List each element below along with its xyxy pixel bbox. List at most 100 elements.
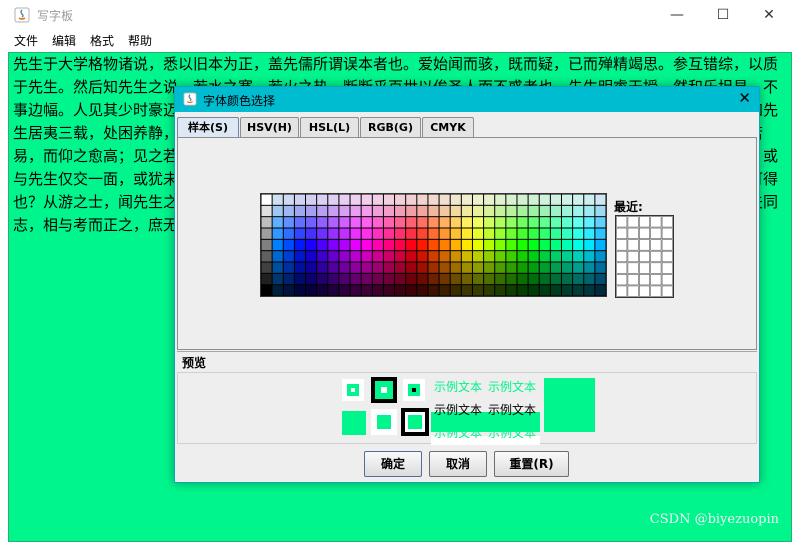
color-swatch[interactable] bbox=[506, 262, 517, 273]
color-swatch[interactable] bbox=[461, 273, 472, 285]
recent-swatch[interactable] bbox=[638, 250, 650, 263]
color-swatch[interactable] bbox=[306, 239, 317, 251]
color-swatch[interactable] bbox=[294, 273, 306, 285]
color-swatch[interactable] bbox=[383, 239, 395, 251]
color-swatch[interactable] bbox=[428, 205, 439, 217]
color-swatch[interactable] bbox=[294, 251, 306, 262]
color-swatch[interactable] bbox=[528, 239, 539, 251]
menu-file[interactable]: 文件 bbox=[14, 32, 38, 49]
color-swatch[interactable] bbox=[294, 239, 306, 251]
color-swatch[interactable] bbox=[517, 194, 528, 205]
color-swatch[interactable] bbox=[383, 217, 395, 228]
color-swatch[interactable] bbox=[294, 262, 306, 273]
color-swatch[interactable] bbox=[561, 239, 573, 251]
color-swatch[interactable] bbox=[417, 285, 428, 296]
color-swatch[interactable] bbox=[506, 205, 517, 217]
color-swatch[interactable] bbox=[517, 251, 528, 262]
recent-swatch[interactable] bbox=[616, 227, 628, 239]
color-swatch[interactable] bbox=[361, 251, 372, 262]
recent-swatch[interactable] bbox=[650, 227, 662, 239]
color-swatch[interactable] bbox=[506, 194, 517, 205]
color-swatch[interactable] bbox=[361, 285, 372, 296]
color-swatch[interactable] bbox=[495, 228, 506, 239]
recent-swatch[interactable] bbox=[661, 239, 673, 251]
color-swatch[interactable] bbox=[472, 262, 484, 273]
color-swatch[interactable] bbox=[450, 217, 461, 228]
color-swatch[interactable] bbox=[595, 194, 606, 205]
color-swatch[interactable] bbox=[539, 205, 550, 217]
color-swatch[interactable] bbox=[561, 217, 573, 228]
tab-hsl[interactable]: HSL(L) bbox=[300, 117, 359, 137]
color-swatch[interactable] bbox=[561, 194, 573, 205]
color-swatch[interactable] bbox=[395, 285, 406, 296]
color-swatch[interactable] bbox=[550, 251, 561, 262]
recent-swatch[interactable] bbox=[616, 262, 628, 274]
color-swatch[interactable] bbox=[361, 239, 372, 251]
color-swatch[interactable] bbox=[428, 285, 439, 296]
color-swatch[interactable] bbox=[406, 251, 417, 262]
recent-swatch[interactable] bbox=[627, 250, 639, 263]
color-swatch[interactable] bbox=[261, 239, 272, 251]
color-swatch[interactable] bbox=[283, 239, 294, 251]
color-swatch[interactable] bbox=[395, 194, 406, 205]
color-swatch[interactable] bbox=[294, 205, 306, 217]
color-swatch[interactable] bbox=[550, 285, 561, 296]
color-swatch[interactable] bbox=[573, 273, 584, 285]
color-swatch[interactable] bbox=[573, 205, 584, 217]
color-swatch[interactable] bbox=[339, 228, 350, 239]
color-swatch[interactable] bbox=[461, 228, 472, 239]
color-swatch[interactable] bbox=[561, 205, 573, 217]
color-swatch[interactable] bbox=[595, 251, 606, 262]
color-swatch[interactable] bbox=[317, 239, 328, 251]
color-swatch[interactable] bbox=[484, 239, 495, 251]
color-swatch[interactable] bbox=[495, 251, 506, 262]
color-swatch[interactable] bbox=[495, 273, 506, 285]
color-swatch[interactable] bbox=[406, 205, 417, 217]
color-swatch[interactable] bbox=[406, 217, 417, 228]
menu-format[interactable]: 格式 bbox=[90, 32, 114, 49]
color-swatch[interactable] bbox=[528, 251, 539, 262]
color-swatch[interactable] bbox=[461, 239, 472, 251]
menu-edit[interactable]: 编辑 bbox=[52, 32, 76, 49]
color-swatch[interactable] bbox=[472, 285, 484, 296]
recent-swatch[interactable] bbox=[650, 216, 662, 228]
recent-swatch[interactable] bbox=[650, 239, 662, 251]
recent-swatch[interactable] bbox=[638, 239, 650, 251]
color-swatch[interactable] bbox=[350, 285, 361, 296]
color-swatch[interactable] bbox=[573, 251, 584, 262]
recent-swatch[interactable] bbox=[627, 216, 639, 228]
color-swatch[interactable] bbox=[395, 239, 406, 251]
color-swatch[interactable] bbox=[495, 239, 506, 251]
color-swatch[interactable] bbox=[595, 217, 606, 228]
color-swatch[interactable] bbox=[395, 205, 406, 217]
recent-swatch[interactable] bbox=[627, 274, 639, 286]
color-swatch[interactable] bbox=[450, 228, 461, 239]
color-swatch[interactable] bbox=[372, 194, 383, 205]
color-swatch[interactable] bbox=[272, 251, 283, 262]
color-swatch[interactable] bbox=[261, 228, 272, 239]
recent-swatch[interactable] bbox=[661, 216, 673, 228]
color-swatch[interactable] bbox=[539, 262, 550, 273]
ok-button[interactable]: 确定 bbox=[364, 451, 422, 477]
color-swatch[interactable] bbox=[339, 239, 350, 251]
color-swatch[interactable] bbox=[294, 228, 306, 239]
color-swatch[interactable] bbox=[283, 194, 294, 205]
color-swatch[interactable] bbox=[428, 262, 439, 273]
maximize-button[interactable]: ☐ bbox=[700, 0, 746, 30]
recent-swatch[interactable] bbox=[638, 262, 650, 274]
color-swatch[interactable] bbox=[506, 228, 517, 239]
color-swatch[interactable] bbox=[461, 251, 472, 262]
color-swatch[interactable] bbox=[406, 262, 417, 273]
color-swatch[interactable] bbox=[350, 217, 361, 228]
color-swatch[interactable] bbox=[595, 262, 606, 273]
color-swatch[interactable] bbox=[283, 228, 294, 239]
color-swatch[interactable] bbox=[506, 273, 517, 285]
color-swatch[interactable] bbox=[428, 273, 439, 285]
color-swatch[interactable] bbox=[439, 205, 450, 217]
color-swatch[interactable] bbox=[306, 251, 317, 262]
color-swatch[interactable] bbox=[539, 273, 550, 285]
color-swatch[interactable] bbox=[383, 228, 395, 239]
color-swatch[interactable] bbox=[595, 228, 606, 239]
color-swatch[interactable] bbox=[294, 217, 306, 228]
color-swatch[interactable] bbox=[561, 262, 573, 273]
